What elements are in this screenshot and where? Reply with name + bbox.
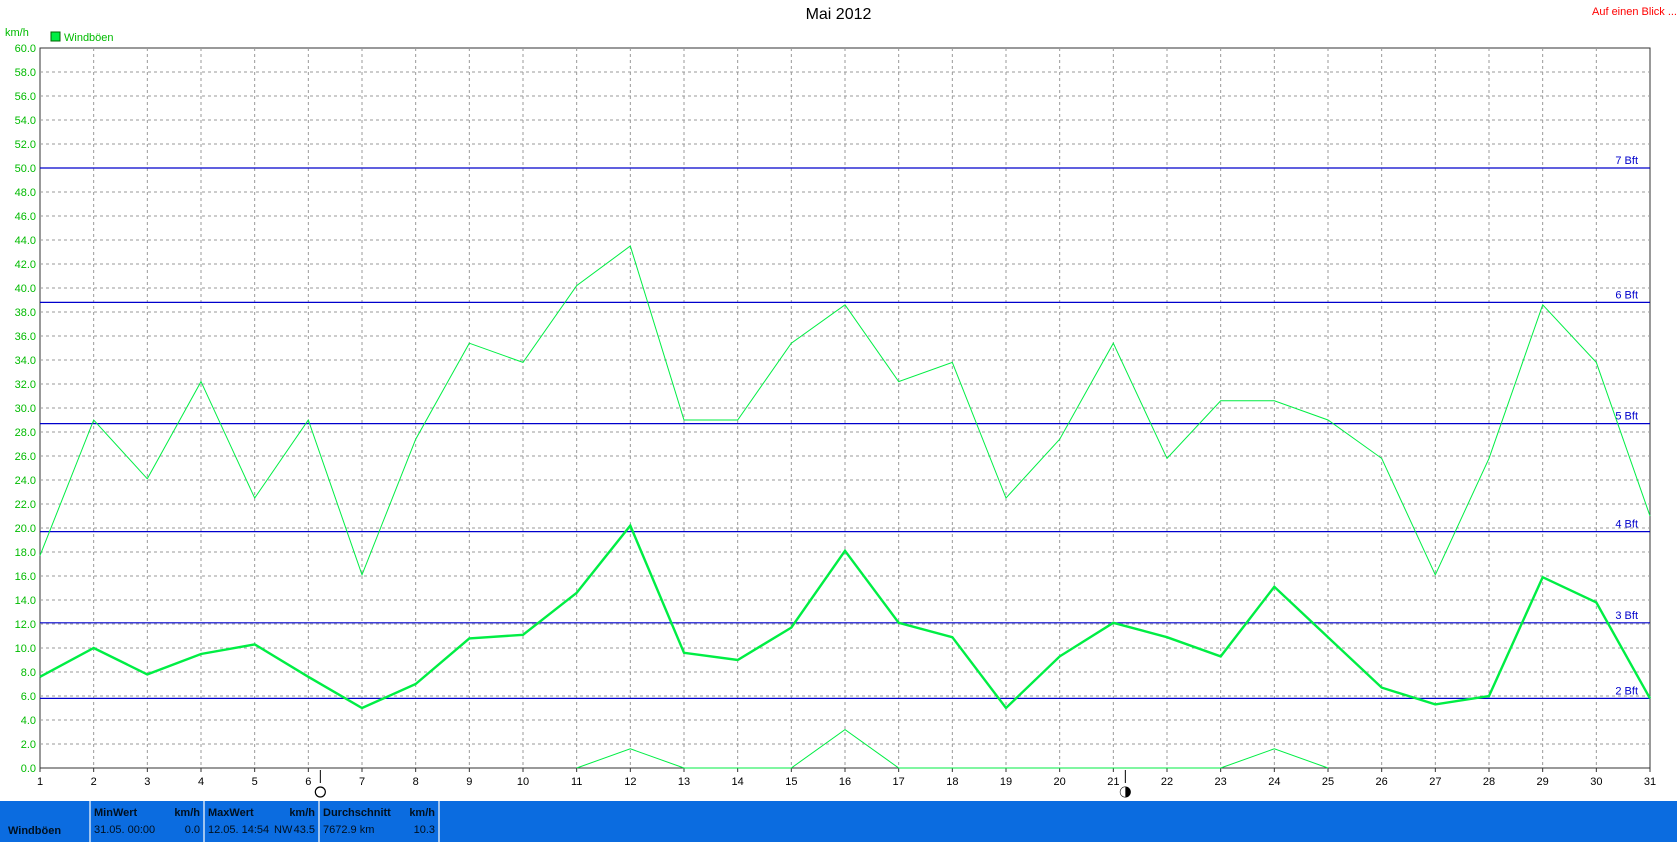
stats-avg-header: Durchschnitt [323, 807, 391, 819]
y-tick-label: 50.0 [15, 163, 36, 175]
x-tick-label: 1 [37, 776, 43, 788]
x-tick-label: 31 [1644, 776, 1656, 788]
x-tick-label: 6 [305, 776, 311, 788]
x-tick-label: 19 [1000, 776, 1012, 788]
y-tick-label: 48.0 [15, 187, 36, 199]
x-tick-label: 23 [1215, 776, 1227, 788]
y-tick-label: 2.0 [21, 739, 36, 751]
full-moon-icon [314, 786, 326, 798]
new-moon-icon-light [1120, 787, 1126, 797]
x-tick-label: 29 [1537, 776, 1549, 788]
y-tick-label: 16.0 [15, 571, 36, 583]
x-tick-label: 3 [144, 776, 150, 788]
y-axis-label: km/h [5, 27, 29, 39]
x-tick-label: 14 [732, 776, 744, 788]
y-tick-label: 40.0 [15, 283, 36, 295]
stats-max-unit: km/h [289, 807, 315, 819]
y-tick-label: 44.0 [15, 235, 36, 247]
stats-min-value: 0.0 [184, 824, 200, 836]
y-tick-label: 6.0 [21, 691, 36, 703]
x-tick-label: 21 [1107, 776, 1119, 788]
y-tick-label: 22.0 [15, 499, 36, 511]
beaufort-label: 2 Bft [1615, 685, 1638, 697]
x-tick-label: 26 [1376, 776, 1388, 788]
beaufort-label: 6 Bft [1615, 289, 1638, 301]
y-tick-label: 8.0 [21, 667, 36, 679]
stats-footer: Windböen MinWert km/h 31.05. 00:00 0.0 M… [0, 801, 1677, 842]
x-tick-label: 27 [1429, 776, 1441, 788]
x-tick-label: 2 [91, 776, 97, 788]
y-tick-label: 14.0 [15, 595, 36, 607]
y-tick-label: 52.0 [15, 139, 36, 151]
stats-max-value: 43.5 [293, 824, 315, 836]
legend-label: Windböen [64, 32, 114, 44]
y-tick-label: 0.0 [21, 763, 36, 775]
y-tick-label: 54.0 [15, 115, 36, 127]
x-tick-label: 8 [413, 776, 419, 788]
stats-max-dir: NW [274, 824, 293, 836]
stats-series-cell: Windböen [0, 801, 91, 842]
x-tick-label: 12 [624, 776, 636, 788]
x-tick-label: 28 [1483, 776, 1495, 788]
stats-max-header: MaxWert [208, 807, 254, 819]
x-tick-label: 5 [252, 776, 258, 788]
x-tick-label: 25 [1322, 776, 1334, 788]
y-tick-label: 32.0 [15, 379, 36, 391]
stats-series-label: Windböen [8, 825, 62, 837]
stats-max-cell: MaxWert km/h 12.05. 14:54 NW 43.5 [205, 801, 320, 842]
y-tick-label: 4.0 [21, 715, 36, 727]
stats-avg-value: 10.3 [413, 824, 435, 836]
beaufort-label: 4 Bft [1615, 519, 1638, 531]
legend-swatch [50, 31, 61, 42]
y-tick-label: 60.0 [15, 43, 36, 55]
stats-avg-cell: Durchschnitt km/h 7672.9 km 10.3 [320, 801, 440, 842]
x-tick-label: 16 [839, 776, 851, 788]
x-tick-label: 4 [198, 776, 204, 788]
stats-min-unit: km/h [174, 807, 200, 819]
y-tick-label: 46.0 [15, 211, 36, 223]
x-tick-label: 22 [1161, 776, 1173, 788]
y-tick-label: 24.0 [15, 475, 36, 487]
stats-avg-unit: km/h [409, 807, 435, 819]
x-tick-label: 30 [1590, 776, 1602, 788]
y-tick-label: 30.0 [15, 403, 36, 415]
y-tick-label: 56.0 [15, 91, 36, 103]
y-tick-label: 42.0 [15, 259, 36, 271]
stats-max-date: 12.05. 14:54 [208, 824, 270, 836]
x-tick-label: 7 [359, 776, 365, 788]
y-tick-label: 36.0 [15, 331, 36, 343]
stats-min-cell: MinWert km/h 31.05. 00:00 0.0 [91, 801, 205, 842]
stats-avg-distance: 7672.9 km [323, 824, 375, 836]
y-tick-label: 28.0 [15, 427, 36, 439]
stats-min-date: 31.05. 00:00 [94, 824, 156, 836]
y-tick-label: 18.0 [15, 547, 36, 559]
x-tick-label: 10 [517, 776, 529, 788]
y-tick-label: 12.0 [15, 619, 36, 631]
x-tick-label: 9 [466, 776, 472, 788]
y-tick-label: 38.0 [15, 307, 36, 319]
y-tick-label: 20.0 [15, 523, 36, 535]
x-tick-label: 24 [1268, 776, 1280, 788]
wind-chart: 0.0 2.0 4.0 6.0 8.0 10.0 12.0 14.0 16.0 18.0 20.0 2… [5, 27, 1656, 798]
beaufort-label: 7 Bft [1615, 155, 1638, 167]
x-tick-label: 11 [571, 776, 582, 788]
x-tick-label: 13 [678, 776, 690, 788]
beaufort-label: 5 Bft [1615, 411, 1638, 423]
y-tick-label: 34.0 [15, 355, 36, 367]
x-tick-label: 15 [785, 776, 797, 788]
x-tick-label: 17 [893, 776, 905, 788]
y-tick-label: 10.0 [15, 643, 36, 655]
y-tick-label: 58.0 [15, 67, 36, 79]
x-tick-label: 18 [946, 776, 958, 788]
y-tick-label: 26.0 [15, 451, 36, 463]
stats-min-header: MinWert [94, 807, 138, 819]
beaufort-label: 3 Bft [1615, 610, 1638, 622]
x-tick-label: 20 [1054, 776, 1066, 788]
